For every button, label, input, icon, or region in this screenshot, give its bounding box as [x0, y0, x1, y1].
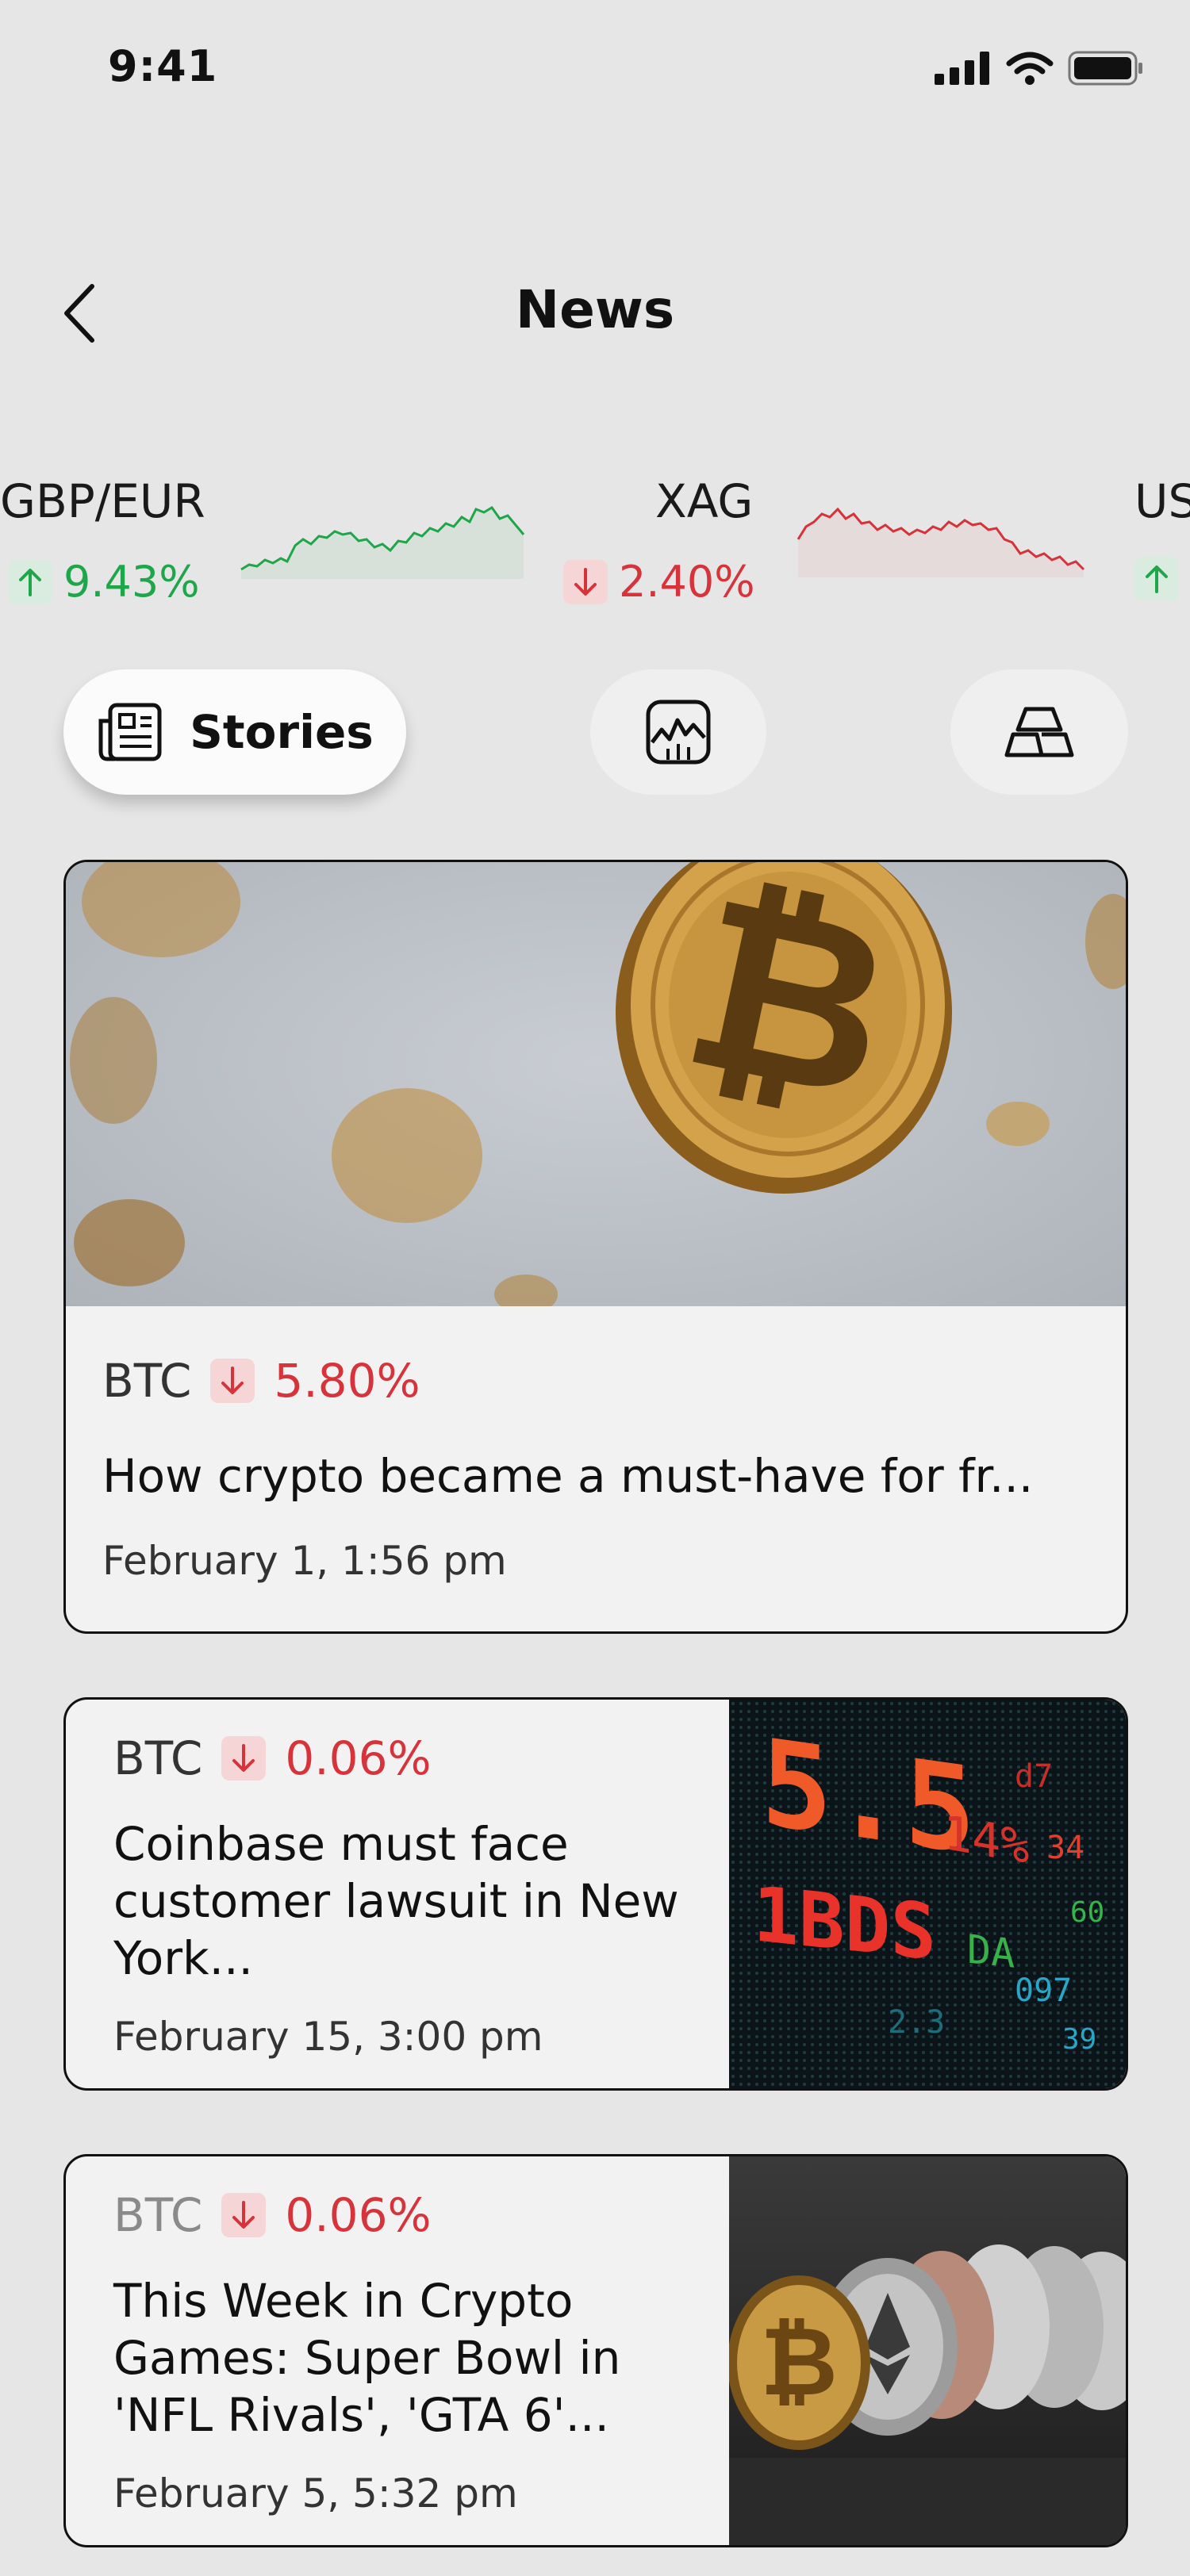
- ticker-change: 2.40%: [563, 557, 755, 607]
- ticker-symbol: XAG: [655, 474, 754, 528]
- ticker-change: [1134, 557, 1179, 601]
- card-meta: BTC 0.06%: [113, 2188, 432, 2242]
- filter-stories-label: Stories: [190, 705, 374, 759]
- wifi-icon: [1006, 52, 1054, 85]
- crypto-coins-row-photo: ₿: [729, 2156, 1126, 2545]
- svg-text:34: 34: [1046, 1830, 1084, 1866]
- status-time: 9:41: [108, 41, 218, 91]
- cellular-signal-icon: [935, 52, 989, 85]
- svg-text:2.3: 2.3: [888, 2004, 945, 2041]
- ticker-item-xag[interactable]: XAG 2.40%: [547, 468, 1103, 627]
- card-headline: This Week in Crypto Games: Super Bowl in…: [113, 2274, 621, 2442]
- card-date: February 5, 5:32 pm: [113, 2471, 518, 2517]
- arrow-up-icon: [1134, 557, 1179, 601]
- arrow-down-icon: [221, 2193, 267, 2237]
- news-card[interactable]: BTC 0.06% This Week in Crypto Games: Sup…: [63, 2154, 1128, 2547]
- card-symbol: BTC: [113, 1731, 203, 1785]
- card-symbol: BTC: [113, 2188, 203, 2242]
- newspaper-icon: [98, 703, 162, 761]
- arrow-down-icon: [210, 1359, 255, 1403]
- gold-bars-icon: [1004, 707, 1074, 757]
- svg-text:DA: DA: [967, 1926, 1015, 1977]
- arrow-down-icon: [563, 559, 608, 604]
- card-change: 0.06%: [285, 2188, 432, 2242]
- filter-stories-button[interactable]: Stories: [63, 669, 406, 795]
- news-card[interactable]: ₿ BTC 5.80% How crypto became a must-hav…: [63, 860, 1128, 1634]
- bitcoin-coin-photo: ₿: [66, 862, 1126, 1306]
- arrow-up-icon: [8, 559, 52, 604]
- battery-icon: [1068, 51, 1142, 86]
- card-meta: BTC 5.80%: [102, 1354, 420, 1408]
- ticker-item-gbp-eur[interactable]: GBP/EUR 9.43%: [0, 468, 539, 627]
- page-title: News: [515, 279, 675, 340]
- card-date: February 1, 1:56 pm: [102, 1538, 507, 1584]
- ticker-symbol: GBP/EUR: [0, 474, 205, 528]
- ticker-strip[interactable]: GBP/EUR 9.43% XAG 2.40% US: [0, 468, 1190, 627]
- ticker-item-us[interactable]: US: [1134, 468, 1190, 627]
- sparkline-xag: [797, 507, 1085, 577]
- ticker-change: 9.43%: [8, 557, 200, 607]
- status-icons: [935, 51, 1144, 86]
- svg-text:₿: ₿: [760, 2307, 838, 2417]
- card-meta: BTC 0.06%: [113, 1731, 432, 1785]
- news-card[interactable]: BTC 0.06% Coinbase must face customer la…: [63, 1697, 1128, 2091]
- card-headline: Coinbase must face customer lawsuit in N…: [113, 1817, 679, 1985]
- arrow-down-icon: [221, 1736, 267, 1781]
- svg-text:d7: d7: [1015, 1758, 1053, 1795]
- chart-icon: [646, 700, 711, 765]
- svg-text:39: 39: [1062, 2023, 1096, 2056]
- ticker-change-value: 9.43%: [63, 557, 200, 607]
- filter-chart-button[interactable]: [590, 669, 766, 795]
- card-headline: How crypto became a must-have for fr...: [102, 1449, 1034, 1503]
- ticker-change-value: 2.40%: [619, 557, 755, 607]
- stock-ticker-board-photo: 5.5 14% 1BDS DA d7 34 60 097 39 2.3: [729, 1700, 1126, 2088]
- card-change: 0.06%: [285, 1731, 432, 1785]
- card-change: 5.80%: [274, 1354, 420, 1408]
- sparkline-gbp-eur: [240, 506, 525, 579]
- card-date: February 15, 3:00 pm: [113, 2014, 543, 2060]
- svg-text:60: 60: [1070, 1896, 1104, 1929]
- card-symbol: BTC: [102, 1354, 192, 1408]
- filter-commodities-button[interactable]: [950, 669, 1128, 795]
- svg-text:097: 097: [1015, 1972, 1072, 2009]
- ticker-symbol: US: [1134, 474, 1190, 528]
